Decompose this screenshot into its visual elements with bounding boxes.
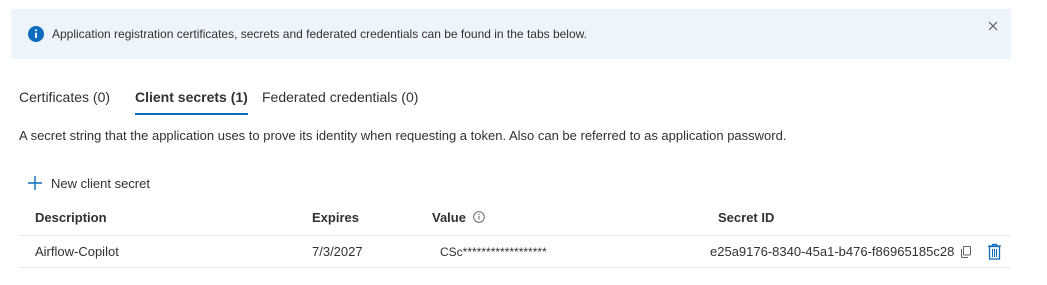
column-header-value-label: Value (432, 210, 466, 225)
plus-icon (28, 176, 42, 190)
secret-description: Airflow-Copilot (35, 244, 119, 259)
secret-id: e25a9176-8340-45a1-b476-f86965185c28 (710, 244, 955, 259)
new-client-secret-button[interactable]: New client secret (27, 173, 150, 193)
row-divider (19, 267, 1011, 268)
tab-client-secrets[interactable]: Client secrets (1) (135, 89, 248, 115)
tab-federated-credentials[interactable]: Federated credentials (0) (262, 89, 418, 105)
info-icon (28, 26, 44, 42)
delete-icon[interactable] (987, 243, 1002, 260)
column-header-value: Value (432, 210, 485, 225)
column-header-expires: Expires (312, 210, 359, 225)
info-outline-icon[interactable] (472, 211, 485, 223)
close-icon[interactable] (987, 20, 999, 32)
client-secrets-page: Application registration certificates, s… (0, 0, 1047, 285)
header-divider (19, 235, 1011, 236)
info-banner: Application registration certificates, s… (11, 9, 1011, 59)
copy-icon[interactable] (959, 245, 973, 259)
secret-value: CSc****************** (440, 245, 547, 259)
secret-expires: 7/3/2027 (312, 244, 363, 259)
column-header-secret-id: Secret ID (718, 210, 775, 225)
column-header-description: Description (35, 210, 107, 225)
banner-message: Application registration certificates, s… (52, 27, 587, 41)
section-description: A secret string that the application use… (19, 128, 787, 143)
tab-certificates[interactable]: Certificates (0) (19, 89, 110, 105)
new-client-secret-label: New client secret (51, 175, 150, 191)
